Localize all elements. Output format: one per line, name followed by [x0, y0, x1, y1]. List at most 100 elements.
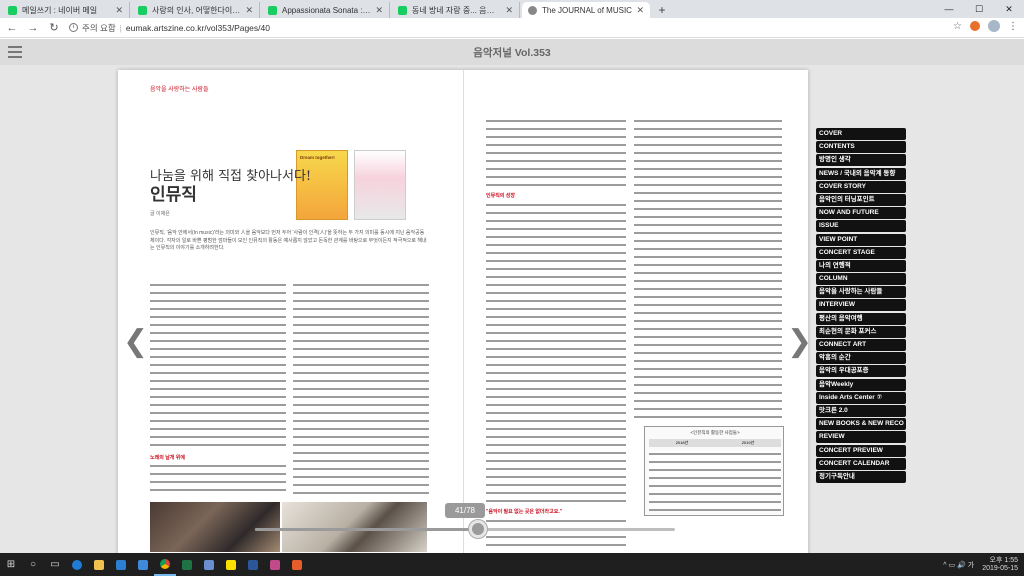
toc-item[interactable]: 정기구독안내 — [816, 470, 906, 483]
tab-close-icon[interactable]: ✕ — [505, 5, 513, 16]
chrome-icon[interactable] — [154, 553, 176, 576]
byline: 글 이재은 — [150, 211, 170, 217]
address-bar[interactable]: i 주의 요함 | eumak.artszine.co.kr/vol353/Pa… — [69, 20, 959, 36]
naver-favicon-icon — [398, 5, 407, 15]
toc-item[interactable]: NEWS / 국내외 음악계 동향 — [816, 167, 906, 180]
toc-item[interactable]: CONCERT CALENDAR — [816, 457, 906, 470]
tab-close-icon[interactable]: ✕ — [245, 5, 253, 16]
toc-item[interactable]: 음악을 사랑하는 사람들 — [816, 286, 906, 299]
browser-tab-1[interactable]: 사랑의 인사, 어떻한다이즈, 며칠 소 ✕ — [132, 2, 260, 18]
browser-menu-icon[interactable]: ⋮ — [1008, 21, 1018, 32]
toc-item[interactable]: 평산의 음악여행 — [816, 312, 906, 325]
explorer-icon[interactable] — [88, 553, 110, 576]
naver-favicon-icon — [138, 5, 147, 15]
toc-item[interactable]: 나의 연행적 — [816, 259, 906, 272]
tab-title: 메일쓰기 : 네이버 메일 — [22, 5, 98, 15]
address-separator: | — [119, 22, 122, 33]
body-text-column — [293, 282, 429, 497]
body-text-column — [150, 282, 286, 450]
toc-item[interactable]: Inside Arts Center ⑦ — [816, 391, 906, 404]
body-text-column — [486, 518, 626, 552]
section-heading: 인뮤직의 성장 — [486, 193, 515, 199]
mail-icon[interactable] — [132, 553, 154, 576]
word-icon[interactable] — [242, 553, 264, 576]
browser-tab-0[interactable]: 메일쓰기 : 네이버 메일 ✕ — [2, 2, 130, 18]
windows-start-icon[interactable]: ⊞ — [0, 553, 22, 576]
excel-icon[interactable] — [176, 553, 198, 576]
security-label: 주의 요함 — [82, 22, 116, 33]
maximize-button[interactable]: ☐ — [964, 0, 994, 18]
toc-item[interactable]: COVER — [816, 128, 906, 140]
url-text[interactable]: eumak.artszine.co.kr/vol353/Pages/40 — [126, 23, 270, 33]
prev-page-arrow-icon[interactable]: ❮ — [123, 324, 148, 359]
toc-item[interactable]: CONTENTS — [816, 141, 906, 154]
magazine-spread: 음악을 사랑하는 사람들 Dream together! 나눔을 위해 직접 찾… — [118, 70, 808, 565]
toc-item[interactable]: 음악인의 터닝포인트 — [816, 193, 906, 206]
toc-item[interactable]: 음악의 우대공포증 — [816, 365, 906, 378]
toc-item[interactable]: COVER STORY — [816, 180, 906, 193]
windows-taskbar: ⊞ ○ ▭ ^ ▭ 🔊 가 오후 1:55 2019-05-15 — [0, 553, 1024, 576]
paint-icon[interactable] — [264, 553, 286, 576]
tray-icons[interactable]: ^ ▭ 🔊 가 — [943, 560, 974, 570]
toc-item[interactable]: REVIEW — [816, 431, 906, 444]
tab-close-icon[interactable]: ✕ — [375, 5, 383, 16]
toc-item[interactable]: CONCERT PREVIEW — [816, 444, 906, 457]
toc-item[interactable]: 악흥의 순간 — [816, 352, 906, 365]
edge-icon[interactable] — [66, 553, 88, 576]
body-text-column — [486, 202, 626, 502]
right-page: 인뮤직의 성장 "음악이 필요 없는 곳은 없더라고요." <인뮤직의 활동한 … — [463, 70, 808, 565]
info-icon[interactable]: i — [69, 23, 78, 32]
toc-item[interactable]: NOW AND FUTURE — [816, 207, 906, 220]
table-year-col: 2019년 — [741, 440, 755, 445]
concert-photo — [150, 502, 280, 552]
task-view-icon[interactable]: ▭ — [44, 553, 66, 576]
back-arrow-icon[interactable]: ← — [3, 19, 21, 37]
browser-tab-2[interactable]: Appassionata Sonata : 네이버 블 ✕ — [262, 2, 390, 18]
event-poster-image-2 — [354, 150, 406, 220]
minimize-button[interactable]: — — [934, 0, 964, 18]
tab-title: The JOURNAL of MUSIC — [542, 5, 632, 15]
forward-arrow-icon[interactable]: → — [24, 19, 42, 37]
bookmark-star-icon[interactable]: ☆ — [953, 21, 962, 32]
toc-item[interactable]: COLUMN — [816, 273, 906, 286]
concert-photo — [282, 502, 427, 552]
reload-icon[interactable]: ↻ — [45, 19, 63, 37]
toc-item[interactable]: NEW BOOKS & NEW RECO — [816, 418, 906, 431]
photos-icon[interactable] — [198, 553, 220, 576]
tab-close-icon[interactable]: ✕ — [636, 5, 644, 16]
close-window-button[interactable]: ✕ — [994, 0, 1024, 18]
event-poster-image: Dream together! — [296, 150, 348, 220]
table-title: <인뮤직의 활동한 사업들> — [690, 430, 740, 435]
search-icon[interactable]: ○ — [22, 553, 44, 576]
naver-favicon-icon — [268, 5, 277, 15]
tab-close-icon[interactable]: ✕ — [115, 5, 123, 16]
ebook-viewer: 음악저널 Vol.353 음악을 사랑하는 사람들 Dream together… — [0, 39, 1024, 565]
article-subtitle: 인뮤직 — [150, 185, 197, 205]
body-text-column — [634, 118, 782, 418]
toc-item[interactable]: CONNECT ART — [816, 339, 906, 351]
toc-item[interactable]: 최순현의 문화 포커스 — [816, 325, 906, 338]
toc-item[interactable]: VIEW POINT — [816, 233, 906, 246]
media-icon[interactable] — [286, 553, 308, 576]
toc-item[interactable]: 맛크른 2.0 — [816, 404, 906, 417]
section-heading: 노래의 날개 위에 — [150, 455, 185, 461]
browser-tab-bar: 메일쓰기 : 네이버 메일 ✕ 사랑의 인사, 어떻한다이즈, 며칠 소 ✕ A… — [0, 0, 1024, 18]
system-clock[interactable]: 오후 1:55 2019-05-15 — [982, 557, 1018, 573]
profile-avatar-icon[interactable] — [988, 20, 1000, 32]
extension-icon[interactable] — [970, 21, 980, 31]
store-icon[interactable] — [110, 553, 132, 576]
browser-tab-4[interactable]: The JOURNAL of MUSIC ✕ — [522, 2, 650, 18]
toc-item[interactable]: 방명인 생각 — [816, 154, 906, 167]
new-tab-button[interactable]: + — [654, 2, 670, 18]
next-page-arrow-icon[interactable]: ❯ — [787, 324, 812, 359]
browser-tab-3[interactable]: 동네 방네 자랑 중... 음악하자... ✕ — [392, 2, 520, 18]
toc-item[interactable]: 음악Weekly — [816, 378, 906, 391]
clock-date: 2019-05-15 — [982, 564, 1018, 572]
toc-item[interactable]: ISSUE — [816, 220, 906, 233]
body-text-column — [486, 118, 626, 188]
toc-item[interactable]: CONCERT STAGE — [816, 246, 906, 259]
body-text-column — [150, 463, 286, 497]
page-slider-handle[interactable] — [468, 520, 487, 538]
kakaotalk-icon[interactable] — [220, 553, 242, 576]
toc-item[interactable]: INTERVIEW — [816, 299, 906, 312]
